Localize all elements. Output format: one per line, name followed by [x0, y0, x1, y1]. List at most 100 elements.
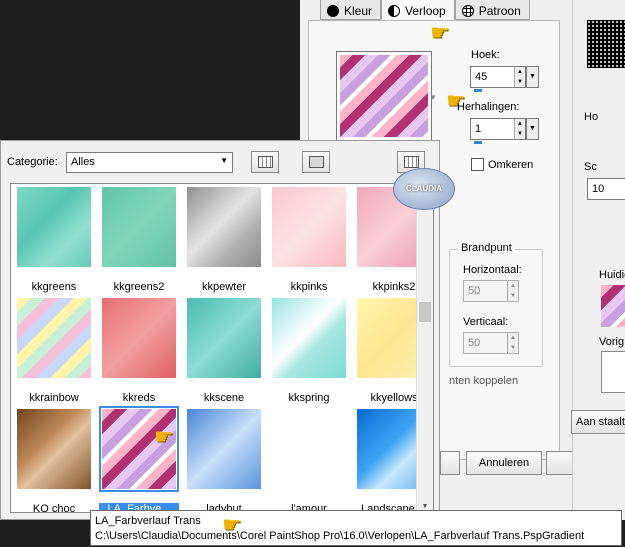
chevron-down-icon[interactable]: ▼ — [429, 93, 437, 102]
tooltip-name: LA_Farbverlauf Trans — [95, 515, 201, 527]
previous-swatch — [601, 351, 625, 393]
stepper-arrows[interactable]: ▲ ▼ — [514, 67, 525, 87]
open-folder-button[interactable] — [302, 151, 330, 173]
gradient-swatch — [187, 187, 261, 267]
invert-label: Omkeren — [488, 158, 534, 171]
tooltip-path: C:\Users\Claudia\Documents\Corel PaintSh… — [95, 530, 585, 542]
grid-circle-icon — [461, 4, 474, 17]
tab-strip: Kleur Verloop Patroon — [320, 0, 530, 20]
gradient-name: kkpinks — [290, 281, 328, 293]
gradient-item[interactable]: kkspring — [269, 298, 349, 409]
gradient-name: kkscene — [203, 392, 245, 404]
angle-slider-bar[interactable] — [474, 89, 482, 92]
category-label: Categorie: — [7, 156, 58, 168]
gradient-item[interactable]: kkscene — [184, 298, 264, 409]
current-swatch — [601, 285, 625, 327]
gradient-name: kkspring — [288, 392, 330, 404]
chevron-down-icon[interactable]: ▼ — [526, 66, 539, 88]
half-circle-icon — [388, 4, 401, 17]
gradient-item[interactable]: kkgreens2 — [99, 187, 179, 298]
gradient-name: kkreds — [122, 392, 156, 404]
gradient-grid: kkgreens kkgreens2 kkpewter kkpinks kkpinks2… — [10, 183, 434, 513]
solid-circle-icon — [327, 4, 339, 17]
horizontal-label: Horizontaal: — [463, 264, 522, 276]
cancel-button[interactable]: Annuleren — [466, 451, 542, 475]
sc-label: Sc — [584, 161, 597, 173]
chevron-down-icon: ▼ — [220, 156, 228, 165]
repeats-stepper[interactable]: 1 ▲ ▼ ▼ — [470, 118, 539, 144]
gradient-item[interactable]: kkgreens — [14, 187, 94, 298]
scroll-thumb[interactable] — [419, 302, 431, 322]
repeats-value: 1 — [475, 123, 482, 135]
angle-value: 45 — [475, 71, 488, 83]
link-label: nten koppelen — [449, 375, 519, 387]
gradient-item[interactable]: KO choc — [14, 409, 94, 513]
stepper-arrows[interactable]: ▲ ▼ — [514, 119, 525, 139]
gradient-name: kkrainbow — [29, 392, 79, 404]
gradient-swatch — [272, 298, 346, 378]
previous-label: Vorig — [599, 336, 625, 348]
pointing-hand-icon: ☛ — [222, 512, 242, 537]
gradient-preview-swatch — [340, 55, 428, 137]
invert-checkbox[interactable]: Omkeren — [471, 158, 533, 171]
vertical-stepper[interactable]: 50 ▲ ▼ — [463, 332, 519, 354]
checkbox-box[interactable] — [471, 158, 484, 171]
add-to-swatch-button[interactable]: Aan staaltj — [571, 410, 625, 434]
gradient-items: kkgreens kkgreens2 kkpewter kkpinks kkpinks2… — [14, 187, 433, 513]
tab-kleur[interactable]: Kleur — [320, 0, 382, 20]
pointing-hand-icon: ☛ — [446, 88, 466, 113]
gradient-swatch — [102, 187, 176, 267]
horizontal-value: 50 — [468, 285, 481, 297]
gradient-item[interactable]: kkrainbow — [14, 298, 94, 409]
ok-button[interactable] — [440, 451, 460, 475]
gradient-name: KO choc — [32, 503, 76, 513]
pointing-hand-icon: ☛ — [154, 424, 174, 449]
dark-background — [0, 0, 300, 140]
gradient-item[interactable]: kkreds — [99, 298, 179, 409]
pointing-hand-icon: ☛ — [430, 20, 450, 45]
category-value: Alles — [71, 156, 95, 168]
gradient-name: kkgreens — [31, 281, 77, 293]
ho-label: Ho — [584, 111, 599, 123]
gradient-item[interactable]: kkpewter — [184, 187, 264, 298]
gradient-swatch — [272, 187, 346, 267]
gradient-swatch — [17, 187, 91, 267]
sc-value: 10 — [592, 183, 605, 195]
sc-field[interactable]: 10 — [587, 178, 625, 200]
tab-label: Patroon — [478, 3, 521, 18]
right-panel: Ho Sc 10 Huidig Vorig Aan staaltj — [571, 0, 625, 520]
grid-view-icon — [403, 156, 419, 168]
gradient-name: kkpewter — [201, 281, 247, 293]
gradient-swatch — [102, 298, 176, 378]
gradient-item[interactable]: ladybut — [184, 409, 264, 512]
horizontal-stepper[interactable]: 50 ▲ ▼ — [463, 280, 519, 302]
stepper-arrows[interactable]: ▲ ▼ — [507, 281, 518, 301]
category-select[interactable]: Alles ▼ — [66, 152, 233, 173]
pattern-preview — [587, 20, 625, 68]
gradient-swatch — [17, 409, 91, 489]
gradient-preview[interactable] — [336, 51, 432, 141]
focal-point-group: Brandpunt Horizontaal: 50 ▲ ▼ Verticaal: … — [449, 242, 543, 367]
window-icon — [257, 156, 273, 168]
vertical-label: Verticaal: — [463, 316, 509, 328]
focal-group-label: Brandpunt — [458, 242, 515, 254]
gradient-picker-popup: Categorie: Alles ▼ kkgreens kkgreens2 kkpe… — [0, 140, 440, 520]
gradient-item[interactable]: l'amour — [269, 409, 349, 512]
gradient-swatch — [187, 409, 261, 489]
gradient-tooltip: LA_Farbverlauf Trans C:\Users\Claudia\Do… — [90, 510, 622, 546]
tab-verloop[interactable]: Verloop — [381, 0, 455, 20]
stepper-arrows[interactable]: ▲ ▼ — [507, 333, 518, 353]
scroll-down-icon[interactable]: ▼ — [417, 503, 433, 510]
resource-manager-button[interactable] — [251, 151, 279, 173]
tab-label: Verloop — [405, 3, 446, 18]
watermark-logo: CLAUDIA — [393, 168, 455, 210]
repeats-slider-bar[interactable] — [474, 141, 482, 144]
gradient-swatch — [17, 298, 91, 378]
vertical-value: 50 — [468, 337, 481, 349]
folder-icon — [308, 156, 324, 168]
grid-scrollbar[interactable]: ▲ ▼ — [416, 184, 433, 512]
gradient-item[interactable]: kkpinks — [269, 187, 349, 298]
tab-patroon[interactable]: Patroon — [454, 0, 530, 20]
chevron-down-icon[interactable]: ▼ — [526, 118, 539, 140]
angle-stepper[interactable]: 45 ▲ ▼ ▼ — [470, 66, 539, 92]
